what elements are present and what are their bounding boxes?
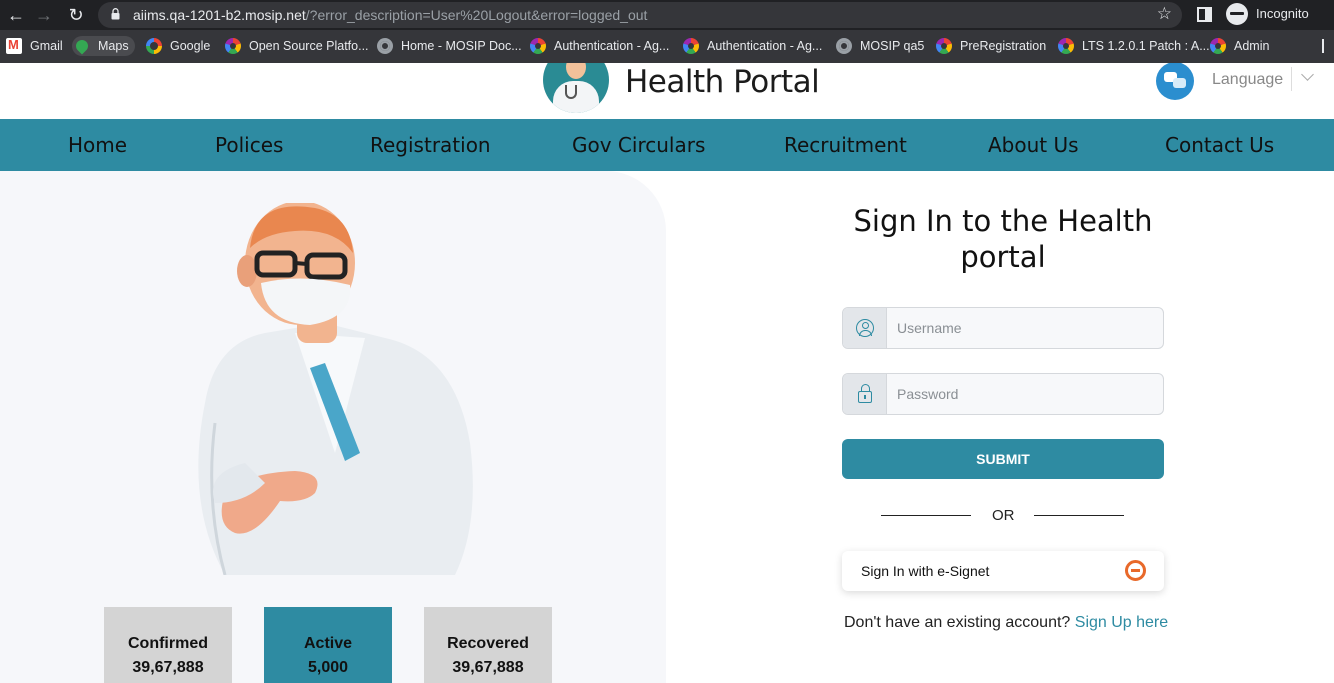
- gear-icon: [683, 38, 699, 54]
- stat-label: Active: [303, 635, 353, 652]
- gear-icon: [1058, 38, 1074, 54]
- gear-icon: [530, 38, 546, 54]
- forward-arrow-icon[interactable]: →: [32, 3, 56, 27]
- bookmark-mosip-qa5[interactable]: MOSIP qa5: [836, 36, 924, 56]
- site-title: Health Portal: [625, 64, 820, 100]
- globe-icon: [836, 38, 852, 54]
- gear-icon: [225, 38, 241, 54]
- stat-active: Active 5,000: [264, 607, 392, 683]
- bookmark-maps[interactable]: Maps: [72, 36, 135, 56]
- stat-confirmed: Confirmed 39,67,888: [104, 607, 232, 683]
- google-icon: [146, 38, 162, 54]
- bookmark-authentication-1[interactable]: Authentication - Ag...: [530, 36, 669, 56]
- translate-icon[interactable]: [1156, 63, 1194, 100]
- bookmarks-bar: Gmail Maps Google Open Source Platfo... …: [0, 30, 1334, 63]
- doctor-illustration: [198, 203, 473, 575]
- bookmark-mosip-docs[interactable]: Home - MOSIP Doc...: [377, 36, 522, 56]
- nav-home[interactable]: Home: [68, 133, 127, 157]
- bookmark-lts-patch[interactable]: LTS 1.2.0.1 Patch : A...: [1058, 36, 1210, 56]
- esignet-label: Sign In with e-Signet: [861, 563, 990, 579]
- submit-button[interactable]: SUBMIT: [842, 439, 1164, 479]
- stat-label: Confirmed: [128, 635, 208, 652]
- username-input[interactable]: [887, 308, 1163, 348]
- stat-value: 39,67,888: [132, 659, 204, 676]
- nav-recruitment[interactable]: Recruitment: [784, 133, 907, 157]
- or-divider-left: [881, 515, 971, 516]
- password-input[interactable]: [887, 374, 1163, 414]
- globe-icon: [377, 38, 393, 54]
- nav-polices[interactable]: Polices: [215, 133, 283, 157]
- incognito-icon[interactable]: [1226, 3, 1248, 25]
- site-header: Health Portal Language: [0, 63, 1334, 119]
- username-addon: [843, 308, 887, 348]
- signin-title: Sign In to the Health portal: [853, 204, 1153, 274]
- gmail-icon: [6, 37, 22, 54]
- lock-icon: [111, 8, 120, 20]
- back-arrow-icon[interactable]: ←: [4, 3, 28, 27]
- browser-toolbar: ← → ↻ aiims.qa-1201-b2.mosip.net/?error_…: [0, 0, 1334, 30]
- gear-icon: [1210, 38, 1226, 54]
- nav-gov-circulars[interactable]: Gov Circulars: [572, 133, 705, 157]
- incognito-label: Incognito: [1256, 6, 1309, 21]
- nav-about-us[interactable]: About Us: [988, 133, 1079, 157]
- or-label: OR: [992, 507, 1015, 524]
- gear-icon: [936, 38, 952, 54]
- esignet-signin-button[interactable]: Sign In with e-Signet: [842, 551, 1164, 591]
- maps-icon: [73, 37, 91, 55]
- password-addon: [843, 374, 887, 414]
- web-page: Health Portal Language Home Polices Regi…: [0, 63, 1334, 683]
- bookmark-preregistration[interactable]: PreRegistration: [936, 36, 1046, 56]
- doctor-logo-icon[interactable]: [543, 63, 609, 113]
- bookmark-star-icon[interactable]: ☆: [1157, 4, 1172, 24]
- address-bar[interactable]: aiims.qa-1201-b2.mosip.net/?error_descri…: [98, 2, 1182, 28]
- url-text: aiims.qa-1201-b2.mosip.net/?error_descri…: [133, 7, 648, 23]
- stat-recovered: Recovered 39,67,888: [424, 607, 552, 683]
- lock-icon: [858, 384, 872, 403]
- reload-icon[interactable]: ↻: [64, 3, 88, 27]
- stat-label: Recovered: [447, 635, 529, 652]
- stat-value: 5,000: [307, 659, 349, 676]
- or-divider-right: [1034, 515, 1124, 516]
- bookmark-authentication-2[interactable]: Authentication - Ag...: [683, 36, 822, 56]
- signup-row: Don't have an existing account? Sign Up …: [844, 614, 1168, 632]
- user-icon: [856, 319, 874, 337]
- main-nav: Home Polices Registration Gov Circulars …: [0, 119, 1334, 171]
- bookmark-open-source[interactable]: Open Source Platfo...: [225, 36, 369, 56]
- language-divider: [1291, 67, 1292, 91]
- signup-prompt: Don't have an existing account?: [844, 614, 1071, 631]
- bookmark-gmail[interactable]: Gmail: [6, 36, 63, 56]
- password-field: [842, 373, 1164, 415]
- side-panel-icon[interactable]: [1197, 7, 1212, 22]
- more-bookmarks-icon[interactable]: [1322, 36, 1324, 56]
- bookmark-google[interactable]: Google: [146, 36, 210, 56]
- language-select[interactable]: Language: [1212, 71, 1283, 89]
- signup-link[interactable]: Sign Up here: [1075, 614, 1168, 631]
- bookmark-admin[interactable]: Admin: [1210, 36, 1269, 56]
- esignet-logo-icon: [1125, 560, 1146, 581]
- stat-value: 39,67,888: [452, 659, 524, 676]
- nav-contact-us[interactable]: Contact Us: [1165, 133, 1274, 157]
- nav-registration[interactable]: Registration: [370, 133, 491, 157]
- username-field: [842, 307, 1164, 349]
- chevron-down-icon[interactable]: [1301, 68, 1314, 81]
